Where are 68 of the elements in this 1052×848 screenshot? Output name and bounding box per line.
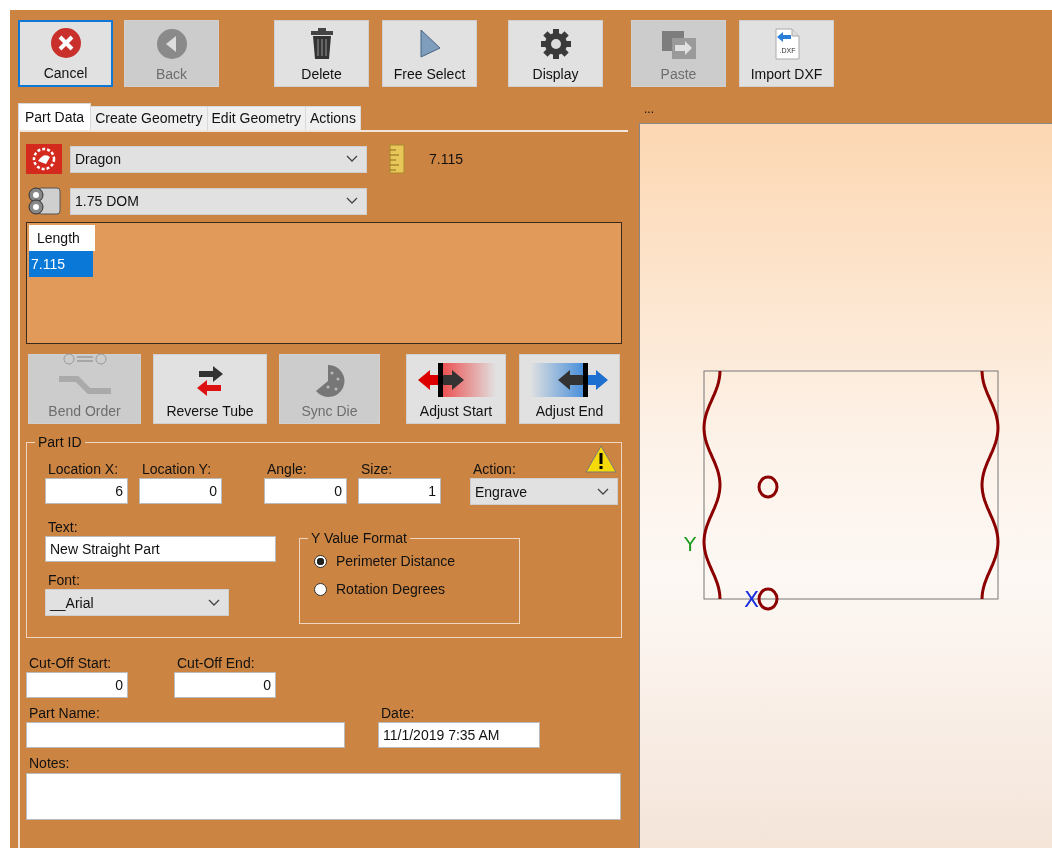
toolbar-button[interactable]: Delete xyxy=(274,20,369,87)
tab[interactable]: Create Geometry xyxy=(90,106,208,130)
field-label: Angle: xyxy=(266,461,308,477)
group-title: Part ID xyxy=(35,434,85,450)
back-icon xyxy=(155,28,188,60)
chevron-icon xyxy=(208,598,220,607)
field-label: Action: xyxy=(472,461,517,477)
tab[interactable]: Part Data xyxy=(18,103,92,130)
field-label: Part Name: xyxy=(28,705,101,721)
input-field[interactable]: 6 xyxy=(45,478,128,504)
field-label: Cut-Off End: xyxy=(176,655,256,671)
canvas-title: ... xyxy=(643,105,655,118)
dropdown[interactable]: 1.75 DOM xyxy=(70,187,367,215)
settings-icon xyxy=(539,28,572,60)
chevron-icon xyxy=(346,197,358,205)
input-field[interactable] xyxy=(26,722,345,748)
action-button[interactable]: Reverse Tube xyxy=(153,354,267,424)
radio-button[interactable] xyxy=(314,582,327,596)
cancel-icon xyxy=(49,27,82,59)
adjust-start-icon xyxy=(416,363,496,397)
x-axis-label: X xyxy=(744,587,760,612)
dropdown[interactable]: __Arial xyxy=(45,589,229,616)
engrave-mark xyxy=(757,587,779,611)
ruler-icon xyxy=(389,144,405,174)
input-field[interactable]: 11/1/2019 7:35 AM xyxy=(378,722,540,748)
table-cell[interactable]: 7.115 xyxy=(29,251,93,277)
action-button[interactable]: Adjust Start xyxy=(406,354,506,424)
trash-icon xyxy=(309,28,334,60)
field-label: Cut-Off Start: xyxy=(28,655,113,671)
tube-icon xyxy=(26,186,62,216)
radio-label: Perimeter Distance xyxy=(336,553,456,569)
machine-icon xyxy=(26,144,62,174)
action-button[interactable]: Adjust End xyxy=(519,354,620,424)
input-field[interactable]: 0 xyxy=(264,478,347,504)
chevron-icon xyxy=(597,487,609,496)
field-label: Date: xyxy=(380,705,416,721)
input-field[interactable]: New Straight Part xyxy=(45,536,276,562)
field-label: Text: xyxy=(47,519,79,535)
notes-field[interactable] xyxy=(26,773,621,820)
engrave-mark xyxy=(757,475,779,499)
radio-label: Rotation Degrees xyxy=(336,581,445,597)
bent-tube-icon xyxy=(56,353,113,397)
tab[interactable]: Edit Geometry xyxy=(206,106,306,130)
toolbar-button[interactable]: Cancel xyxy=(18,20,113,87)
input-field[interactable]: 0 xyxy=(174,672,276,698)
input-field[interactable]: 1 xyxy=(358,478,441,504)
field-label: Notes: xyxy=(28,755,71,771)
column-header: Length xyxy=(29,225,95,251)
chevron-icon xyxy=(346,155,358,163)
toolbar-button[interactable]: Free Select xyxy=(382,20,477,87)
warning-icon xyxy=(585,445,617,473)
toolbar-button[interactable]: Display xyxy=(508,20,603,87)
field-label: Font: xyxy=(47,572,81,588)
field-label: Location Y: xyxy=(141,461,213,477)
length-value: 7.115 xyxy=(429,151,463,167)
dropdown[interactable]: Dragon xyxy=(70,145,367,173)
paste-icon xyxy=(660,30,697,60)
y-axis-label: Y xyxy=(684,532,697,556)
cursor-icon xyxy=(417,28,442,60)
field-label: Location X: xyxy=(47,461,120,477)
tab[interactable]: Actions xyxy=(305,106,361,130)
field-label: Size: xyxy=(360,461,394,477)
input-field[interactable]: 0 xyxy=(26,672,128,698)
radio-button[interactable] xyxy=(314,554,327,568)
adjust-end-icon xyxy=(529,363,610,397)
input-field[interactable]: 0 xyxy=(139,478,222,504)
group-title: Y Value Format xyxy=(308,530,410,546)
dropdown[interactable]: Engrave xyxy=(470,478,618,505)
